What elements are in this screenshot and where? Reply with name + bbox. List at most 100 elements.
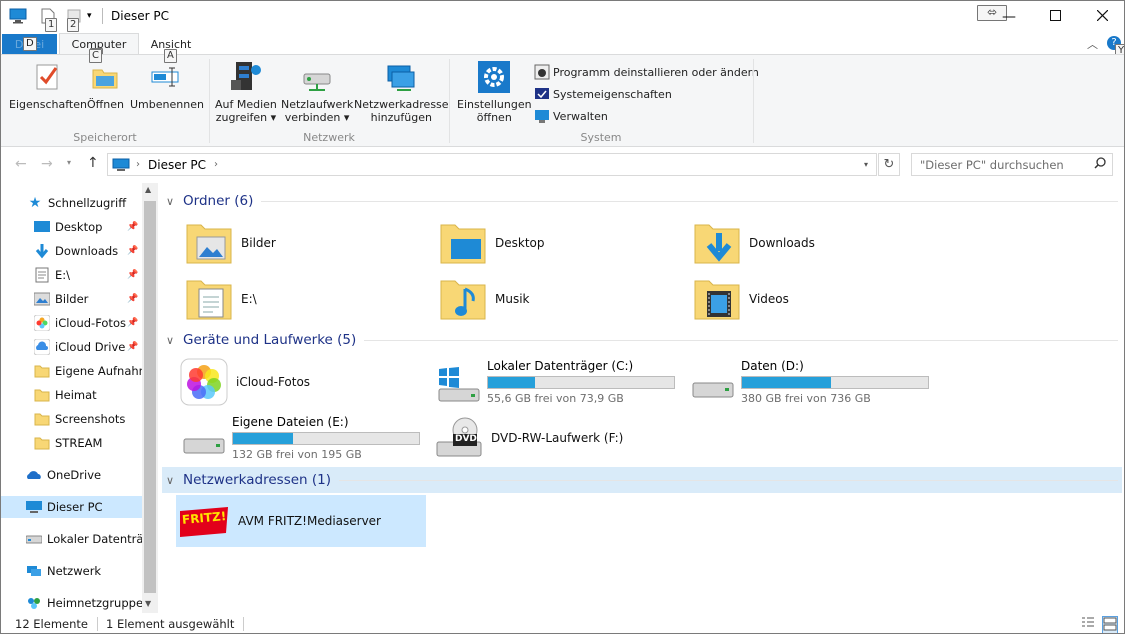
folder-label: Videos <box>749 292 789 306</box>
nav-quick-access-label: Schnellzugriff <box>48 196 127 210</box>
folder-desktop[interactable]: Desktop <box>439 219 545 267</box>
drive-e[interactable]: Eigene Dateien (E:) 132 GB frei von 195 … <box>180 413 430 465</box>
device-icloud-fotos[interactable]: iCloud-Fotos <box>180 358 310 406</box>
keytip-1: 1 <box>45 18 58 32</box>
add-network-location-button[interactable]: Netzwerkadresse hinzufügen <box>354 59 449 124</box>
search-placeholder: "Dieser PC" durchsuchen <box>920 157 1064 172</box>
icloud-photos-icon <box>180 358 228 406</box>
open-button[interactable]: Öffnen <box>87 59 124 111</box>
up-arrow-icon[interactable]: ↑ <box>87 155 99 171</box>
breadcrumb-chevron-icon[interactable]: › <box>214 159 218 170</box>
open-label: Öffnen <box>87 98 124 111</box>
forward-arrow-icon[interactable]: → <box>41 156 53 172</box>
rename-button[interactable]: Umbenennen <box>130 59 204 111</box>
device-label: DVD-RW-Laufwerk (F:) <box>491 431 624 445</box>
pin-icon: 📌 <box>127 342 139 352</box>
collapse-ribbon-icon[interactable]: ︿ <box>1087 36 1098 52</box>
uninstall-program-button[interactable]: Programm deinstallieren oder ändern <box>534 63 759 81</box>
fritz-logo-icon: FRITZ! <box>178 497 230 545</box>
tab-file[interactable]: Datei D <box>2 34 57 55</box>
nav-netzwerk-label: Netzwerk <box>47 564 102 578</box>
keytip-2: 2 <box>67 18 80 32</box>
videos-folder-icon <box>693 275 741 323</box>
dvd-drive-icon: DVD <box>435 414 483 462</box>
collapse-chevron-icon: ∨ <box>166 473 175 487</box>
media-access-button[interactable]: Auf Medien zugreifen ▾ <box>215 59 277 124</box>
folder-label: Desktop <box>495 236 545 250</box>
details-view-icon[interactable] <box>1081 616 1095 633</box>
network-icon <box>26 563 42 579</box>
drive-c[interactable]: Lokaler Datenträger (C:) 55,6 GB frei vo… <box>435 357 685 409</box>
nav-item-label: Screenshots <box>55 412 126 426</box>
folder-bilder[interactable]: Bilder <box>185 219 276 267</box>
title-bar: 1 2 ▾ Dieser PC ⬄ — <box>1 1 1124 33</box>
section-netz-title: Netzwerkadressen (1) <box>183 472 332 488</box>
folder-downloads[interactable]: Downloads <box>693 219 815 267</box>
section-ordner[interactable]: ∨ Ordner (6) <box>166 190 1118 212</box>
recent-locations-chevron-icon[interactable]: ▾ <box>67 158 71 167</box>
open-settings-button[interactable]: Einstellungen öffnen <box>457 59 532 124</box>
download-arrow-icon <box>34 243 50 259</box>
uninstall-label: Programm deinstallieren oder ändern <box>553 65 759 79</box>
computer-icon[interactable] <box>9 8 27 27</box>
folder-e[interactable]: E:\ <box>185 275 257 323</box>
maximize-button[interactable] <box>1032 1 1078 32</box>
customize-qat-chevron-icon[interactable]: ▾ <box>87 11 92 21</box>
drive-usage-bar <box>487 376 675 389</box>
ribbon: Eigenschaften Öffnen C Umbenennen A Spei… <box>1 49 1124 147</box>
drive-usage-fill <box>742 377 832 388</box>
homegroup-icon <box>26 595 42 611</box>
address-history-chevron-icon[interactable]: ▾ <box>864 160 868 169</box>
navigation-pane: ★ Schnellzugriff Desktop 📌 Downloads 📌 E… <box>1 181 158 613</box>
network-fritz-mediaserver[interactable]: FRITZ! AVM FRITZ!Mediaserver <box>178 497 381 545</box>
scroll-down-icon[interactable]: ▼ <box>145 599 151 608</box>
nav-heimnetz-label: Heimnetzgruppe <box>47 596 144 610</box>
downloads-folder-icon <box>693 219 741 267</box>
scroll-up-icon[interactable]: ▲ <box>145 185 151 194</box>
search-input[interactable]: "Dieser PC" durchsuchen <box>911 153 1113 176</box>
folder-icon <box>34 435 50 451</box>
folder-musik[interactable]: Musik <box>439 275 530 323</box>
folder-icon <box>34 363 50 379</box>
media-server-icon <box>229 59 263 95</box>
close-button[interactable] <box>1079 1 1124 32</box>
system-properties-button[interactable]: Systemeigenschaften <box>534 85 672 103</box>
divider <box>339 479 1118 481</box>
group-label-speicherort: Speicherort <box>73 131 137 144</box>
pin-icon: 📌 <box>127 222 139 232</box>
keytip-a: A <box>164 49 177 63</box>
media-access-label-2-wrap: zugreifen ▾ <box>215 111 277 124</box>
refresh-icon[interactable]: ↻ <box>878 153 900 176</box>
divider <box>102 8 103 24</box>
properties-button[interactable]: Eigenschaften <box>9 59 87 111</box>
settings-gear-icon <box>477 59 511 95</box>
pictures-icon <box>34 291 50 307</box>
large-icons-view-icon[interactable] <box>1102 616 1118 633</box>
breadcrumb-chevron-icon[interactable]: › <box>136 159 140 170</box>
drive-d[interactable]: Daten (D:) 380 GB frei von 736 GB <box>689 357 939 409</box>
folder-videos[interactable]: Videos <box>693 275 789 323</box>
map-network-drive-button[interactable]: Netzlaufwerk verbinden ▾ <box>281 59 353 124</box>
media-access-label-1: Auf Medien <box>215 98 277 111</box>
section-geraete[interactable]: ∨ Geräte und Laufwerke (5) <box>166 329 1118 351</box>
keytip-d: D <box>23 37 37 51</box>
back-arrow-icon[interactable]: ← <box>15 156 27 172</box>
network-location-icon <box>384 59 418 95</box>
document-icon <box>34 267 50 283</box>
nav-scroll-thumb[interactable] <box>144 201 156 593</box>
add-location-label-2: hinzufügen <box>370 111 432 124</box>
drive-usage-fill <box>488 377 535 388</box>
section-netzwerkadressen[interactable]: ∨ Netzwerkadressen (1) <box>166 469 1118 491</box>
breadcrumb-dieser-pc[interactable]: Dieser PC <box>148 158 206 172</box>
drive-f-dvd[interactable]: DVD DVD-RW-Laufwerk (F:) <box>435 414 623 462</box>
manage-button[interactable]: Verwalten <box>534 107 608 125</box>
divider <box>243 617 245 631</box>
status-bar: 12 Elemente 1 Element ausgewählt <box>1 613 1124 633</box>
nav-item-label: Eigene Aufnahm <box>55 364 150 378</box>
nav-dieser-pc-label: Dieser PC <box>47 500 103 514</box>
pin-icon: 📌 <box>127 270 139 280</box>
drive-usage-bar <box>232 432 420 445</box>
rename-icon <box>150 59 184 95</box>
minimize-button[interactable]: — <box>986 1 1032 32</box>
address-bar[interactable]: › Dieser PC › ▾ <box>107 153 877 176</box>
